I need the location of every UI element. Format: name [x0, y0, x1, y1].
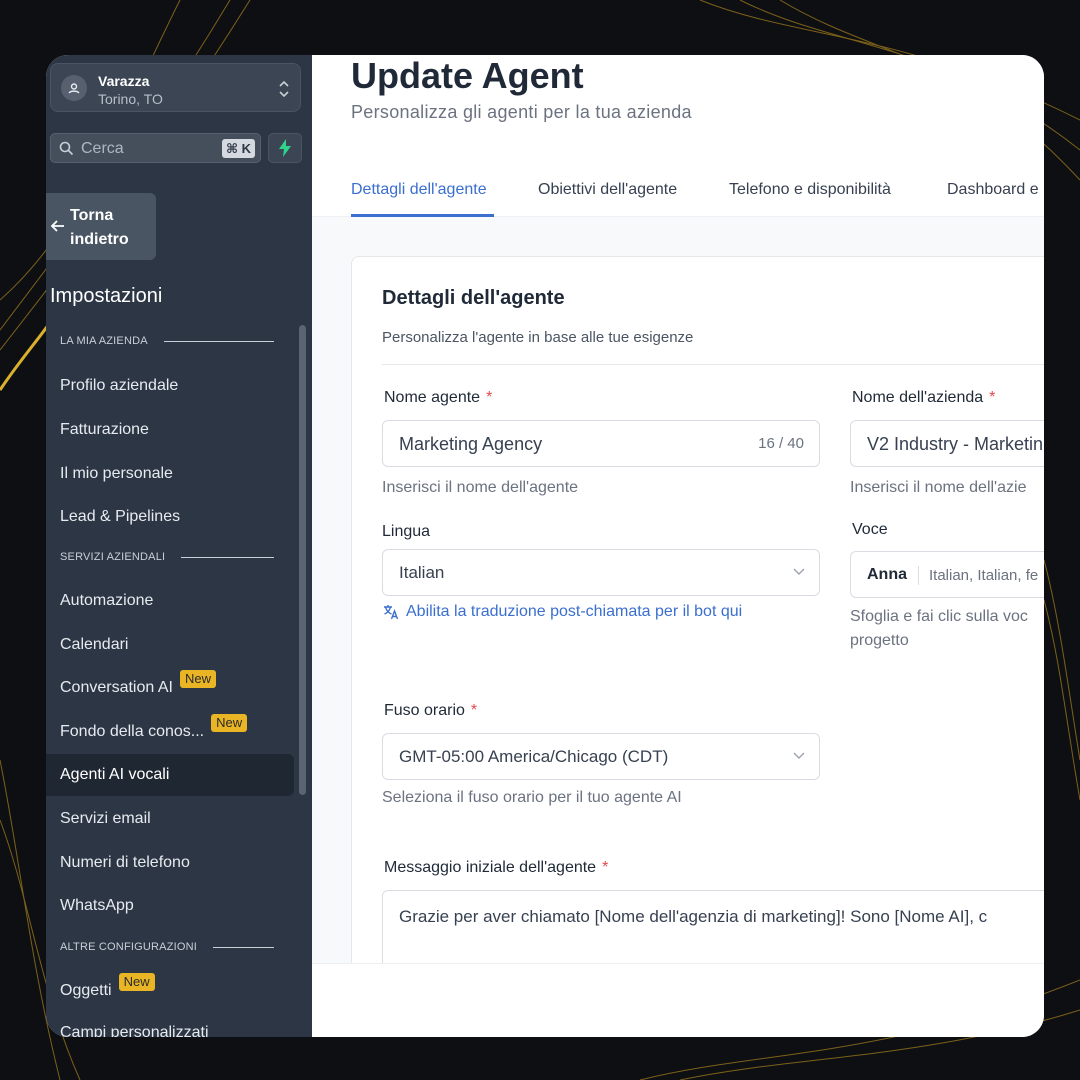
- timezone-select[interactable]: GMT-05:00 America/Chicago (CDT): [382, 733, 820, 780]
- back-button[interactable]: Torna indietro: [46, 193, 156, 260]
- voice-help: Sfoglia e fai clic sulla voc: [850, 608, 1028, 625]
- company-name-help: Inserisci il nome dell'azie: [850, 479, 1027, 496]
- sidebar-item-label: Agenti AI vocali: [60, 766, 170, 783]
- tab-bar: Dettagli dell'agente Obiettivi dell'agen…: [312, 167, 1044, 217]
- bottom-bar: [312, 963, 1044, 1037]
- sidebar-item-label: WhatsApp: [60, 897, 134, 914]
- character-counter: 16 / 40: [758, 435, 804, 452]
- section-heading: ALTRE CONFIGURAZIONI: [60, 941, 274, 953]
- search-placeholder: Cerca: [81, 140, 124, 157]
- sidebar-item-label: Profilo aziendale: [60, 377, 179, 394]
- page-subtitle: Personalizza gli agenti per la tua azien…: [351, 102, 692, 122]
- sidebar-item-label: Numeri di telefono: [60, 854, 190, 871]
- main-content: Update Agent Personalizza gli agenti per…: [312, 55, 1044, 1037]
- sidebar-item-label: Oggetti: [60, 982, 112, 999]
- voice-select[interactable]: Anna Italian, Italian, fe: [850, 551, 1044, 598]
- location-switcher[interactable]: Varazza Torino, TO: [50, 63, 301, 112]
- sidebar-item[interactable]: Lead & Pipelines: [46, 496, 294, 538]
- new-badge: New: [179, 670, 216, 688]
- section-heading: LA MIA AZIENDA: [60, 335, 274, 347]
- sidebar: Varazza Torino, TO Cerca ⌘ K Torna indie…: [46, 55, 312, 1037]
- divider: [382, 364, 1044, 365]
- timezone-label: Fuso orario *: [384, 702, 478, 719]
- company-name-label: Nome dell'azienda *: [852, 389, 996, 406]
- sidebar-item[interactable]: Servizi email: [46, 798, 294, 840]
- search-icon: [59, 141, 74, 156]
- agent-name-help: Inserisci il nome dell'agente: [382, 479, 579, 496]
- sidebar-item[interactable]: Oggetti New: [46, 970, 294, 1012]
- section-heading: SERVIZI AZIENDALI: [60, 551, 274, 563]
- tab-dashboard[interactable]: Dashboard e: [947, 181, 1039, 199]
- language-label: Lingua: [382, 523, 431, 540]
- voice-help-line2: progetto: [850, 632, 909, 649]
- sidebar-item-label: Servizi email: [60, 810, 151, 827]
- chevron-up-down-icon: [279, 80, 289, 98]
- sidebar-item[interactable]: Profilo aziendale: [46, 365, 294, 407]
- back-button-label: Torna indietro: [70, 207, 129, 248]
- sidebar-item[interactable]: WhatsApp: [46, 885, 294, 927]
- sidebar-item-label: Fondo della conos...: [60, 723, 205, 740]
- location-pin-icon: [61, 75, 87, 101]
- card-subtitle: Personalizza l'agente in base alle tue e…: [382, 329, 694, 346]
- sidebar-nav: LA MIA AZIENDA Profilo aziendale Fatturazi…: [46, 322, 294, 1037]
- sidebar-item-label: Fatturazione: [60, 421, 149, 438]
- location-name: Varazza: [98, 73, 150, 89]
- sidebar-item[interactable]: Automazione: [46, 580, 294, 622]
- quick-actions-button[interactable]: [268, 133, 302, 163]
- chevron-down-icon: [793, 568, 805, 575]
- sidebar-item[interactable]: Agenti AI vocali: [46, 754, 294, 796]
- sidebar-item[interactable]: Calendari: [46, 624, 294, 666]
- sidebar-item-label: Lead & Pipelines: [60, 508, 181, 525]
- chevron-down-icon: [793, 752, 805, 759]
- search-input[interactable]: Cerca ⌘ K: [50, 133, 261, 163]
- voice-name: Anna: [867, 566, 907, 583]
- translate-icon: [384, 605, 399, 620]
- sidebar-item-label: Il mio personale: [60, 465, 173, 482]
- tab-telefono-disponibilita[interactable]: Telefono e disponibilità: [729, 181, 891, 199]
- sidebar-item[interactable]: Fondo della conos... New: [46, 711, 294, 753]
- sidebar-item-label: Conversation AI: [60, 679, 173, 696]
- app-window: Varazza Torino, TO Cerca ⌘ K Torna indie…: [46, 55, 1044, 1037]
- sidebar-item[interactable]: Campi personalizzati: [46, 1012, 294, 1037]
- sidebar-item-label: Automazione: [60, 592, 154, 609]
- initial-message-label: Messaggio iniziale dell'agente *: [384, 859, 609, 876]
- agent-name-input[interactable]: Marketing Agency 16 / 40: [382, 420, 820, 467]
- translation-link[interactable]: Abilita la traduzione post-chiamata per …: [382, 603, 742, 621]
- sidebar-item[interactable]: Il mio personale: [46, 453, 294, 495]
- voice-label: Voce: [852, 521, 888, 538]
- sidebar-item-label: Calendari: [60, 636, 129, 653]
- keyboard-shortcut-badge: ⌘ K: [221, 139, 255, 158]
- card-title: Dettagli dell'agente: [382, 287, 565, 309]
- tab-obiettivi-agente[interactable]: Obiettivi dell'agente: [538, 181, 677, 199]
- scrollbar-thumb[interactable]: [299, 325, 306, 795]
- company-name-input[interactable]: V2 Industry - Marketin: [850, 420, 1044, 467]
- new-badge: New: [118, 973, 155, 991]
- new-badge: New: [211, 714, 248, 732]
- sidebar-title: Impostazioni: [50, 285, 163, 307]
- arrow-left-icon: [50, 220, 64, 232]
- voice-description: Italian, Italian, fe: [929, 567, 1039, 584]
- sidebar-item[interactable]: Fatturazione: [46, 409, 294, 451]
- agent-name-label: Nome agente *: [384, 389, 493, 406]
- sidebar-item-label: Campi personalizzati: [60, 1024, 209, 1037]
- timezone-help: Seleziona il fuso orario per il tuo agen…: [382, 789, 682, 806]
- sidebar-item[interactable]: Conversation AI New: [46, 667, 294, 709]
- page-title: Update Agent: [351, 55, 584, 96]
- location-city: Torino, TO: [98, 91, 163, 107]
- agent-details-card: Dettagli dell'agente Personalizza l'agen…: [351, 256, 1044, 980]
- sidebar-item[interactable]: Numeri di telefono: [46, 842, 294, 884]
- tab-dettagli-agente[interactable]: Dettagli dell'agente: [351, 181, 487, 199]
- lightning-bolt-icon: [279, 139, 291, 157]
- language-select[interactable]: Italian: [382, 549, 820, 596]
